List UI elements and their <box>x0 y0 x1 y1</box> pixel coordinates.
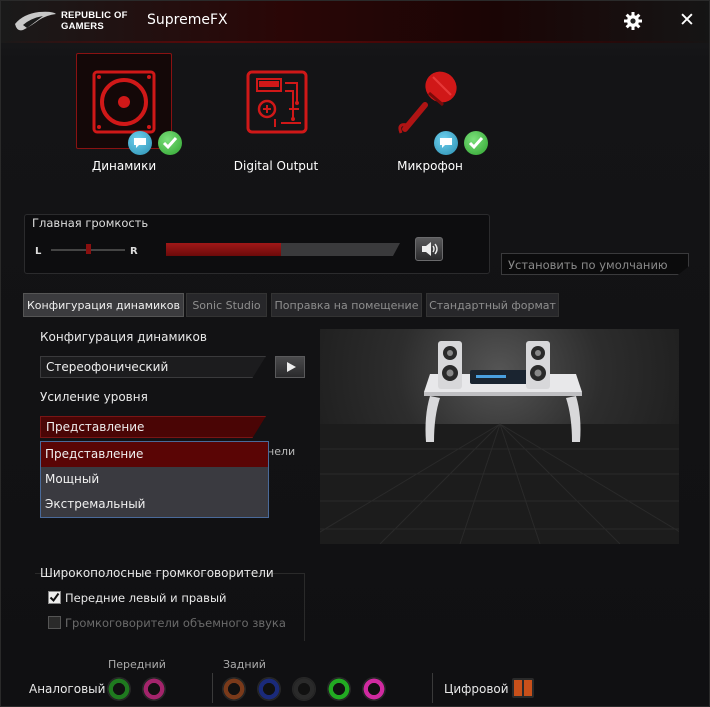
master-volume-panel: Главная громкость L R <box>24 214 490 274</box>
mute-button[interactable] <box>415 237 443 261</box>
dropdown-option[interactable]: Представление <box>41 442 268 467</box>
play-icon <box>287 362 296 372</box>
floor-grid <box>320 341 679 544</box>
microphone-icon <box>398 71 457 134</box>
balance-left-label: L <box>35 246 42 257</box>
rear-jack-black[interactable] <box>292 677 316 701</box>
device-digital-output[interactable]: Digital Output <box>215 53 337 183</box>
front-jack-pink[interactable] <box>142 677 166 701</box>
wideband-speakers-group <box>35 573 305 641</box>
master-volume-title: Главная громкость <box>32 216 149 230</box>
rear-jack-orange[interactable] <box>222 677 246 701</box>
speaker-config-label: Конфигурация динамиков <box>40 330 207 344</box>
speaker-preview-image <box>320 329 679 544</box>
tab-default-format[interactable]: Стандартный формат <box>426 293 559 317</box>
level-boost-select[interactable]: Представление <box>40 416 266 438</box>
checkmark-icon <box>468 137 484 150</box>
jack-separator <box>432 673 433 703</box>
digital-jack-icon[interactable] <box>512 678 534 698</box>
rog-eye-logo-icon <box>15 11 56 31</box>
tab-sonic-studio[interactable]: Sonic Studio <box>186 293 267 317</box>
play-test-button[interactable] <box>275 356 305 378</box>
brand-line-1: REPUBLIC OF <box>61 10 128 21</box>
rear-jack-blue[interactable] <box>257 677 281 701</box>
digital-label: Цифровой <box>444 682 509 696</box>
chat-glyph-icon <box>134 138 146 148</box>
front-lr-checkbox[interactable] <box>48 591 61 604</box>
surround-checkbox[interactable] <box>48 616 61 629</box>
dropdown-option[interactable]: Мощный <box>41 467 268 492</box>
device-microphone[interactable]: Микрофон <box>369 53 491 183</box>
front-jacks-label: Передний <box>108 658 166 671</box>
title-bar: REPUBLIC OF GAMERS SupremeFX ✕ <box>1 1 709 43</box>
dropdown-option[interactable]: Экстремальный <box>41 492 268 517</box>
chat-glyph-icon <box>440 138 452 148</box>
rear-jack-green[interactable] <box>327 677 351 701</box>
front-jack-green[interactable] <box>107 677 131 701</box>
gear-icon[interactable] <box>623 11 643 31</box>
volume-slider-fill <box>166 243 281 256</box>
supremefx-window: REPUBLIC OF GAMERS SupremeFX ✕ Динамики … <box>0 0 710 707</box>
checkmark-icon <box>162 137 178 150</box>
level-boost-label: Усиление уровня <box>40 390 148 404</box>
tab-room-correction[interactable]: Поправка на помещение <box>271 293 422 317</box>
app-title: SupremeFX <box>147 12 228 28</box>
level-boost-dropdown: Представление Мощный Экстремальный <box>40 441 269 518</box>
tab-speaker-config[interactable]: Конфигурация динамиков <box>23 293 184 317</box>
speaker-config-select[interactable]: Стереофонический <box>40 356 266 378</box>
device-speakers[interactable]: Динамики <box>61 53 187 183</box>
front-lr-label: Передние левый и правый <box>65 591 227 605</box>
balance-right-label: R <box>130 246 138 257</box>
rear-jacks-label: Задний <box>223 658 266 671</box>
volume-slider[interactable] <box>166 243 400 256</box>
surround-label: Громкоговорители объемного звука <box>65 616 286 630</box>
speaker-icon <box>92 70 156 134</box>
wideband-speakers-label: Широкополосные громкоговорители <box>40 566 274 580</box>
device-label: Микрофон <box>397 159 463 173</box>
circuit-icon <box>246 70 308 134</box>
jack-separator <box>212 673 213 703</box>
set-default-button[interactable]: Установить по умолчанию <box>501 253 689 275</box>
device-label: Динамики <box>91 159 157 173</box>
rear-jack-pink[interactable] <box>362 677 386 701</box>
checkmark-icon <box>49 592 60 603</box>
analog-label: Аналоговый <box>29 682 106 696</box>
brand-line-2: GAMERS <box>61 21 104 32</box>
close-icon[interactable]: ✕ <box>678 10 696 30</box>
hidden-label-fragment: нели <box>267 445 296 458</box>
device-label: Digital Output <box>233 159 319 173</box>
balance-slider-handle[interactable] <box>86 244 91 254</box>
speaker-volume-icon <box>422 242 438 256</box>
brand-text: REPUBLIC OF GAMERS <box>61 10 128 32</box>
